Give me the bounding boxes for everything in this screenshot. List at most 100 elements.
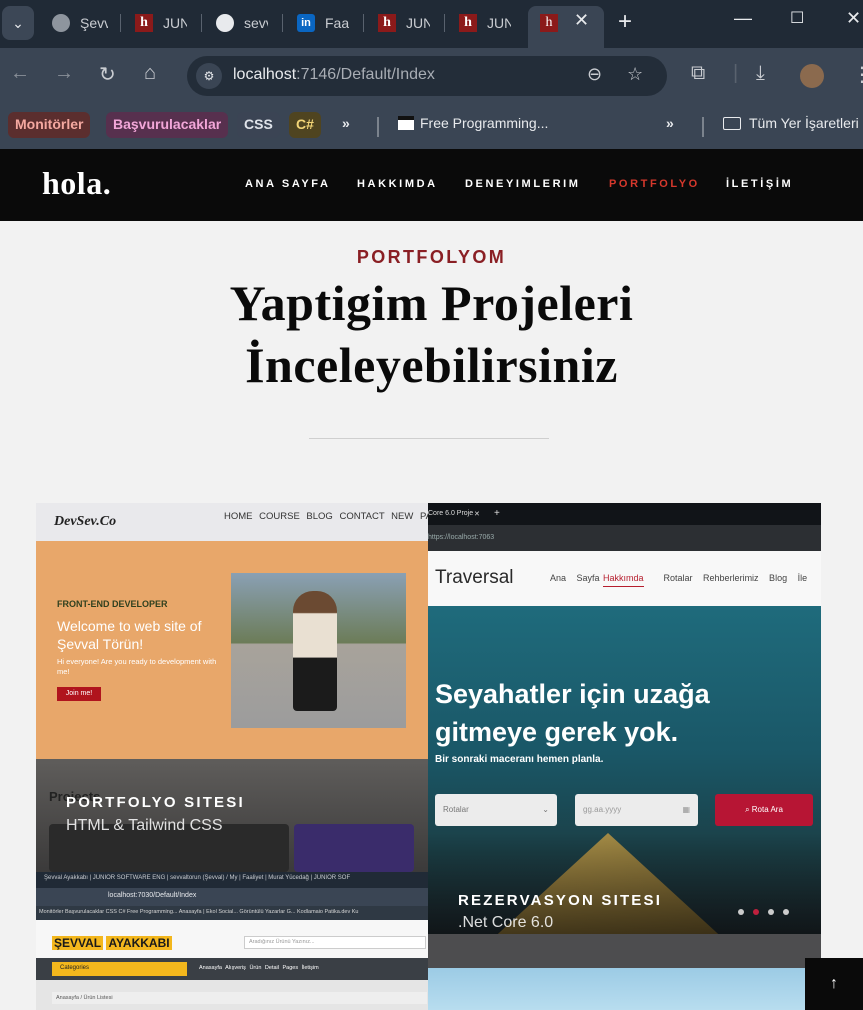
tab-separator (282, 14, 283, 32)
active-browser-tab[interactable]: h ✕ (528, 6, 604, 48)
preview-tab-strip: Core 6.0 Proje ✕ + (428, 503, 821, 525)
project-card-shoe-store[interactable]: Şevval Ayakkabı | JUNIOR SOFTWARE ENG | … (36, 872, 429, 1010)
preview-logo: ŞEVVAL AYAKKABI (52, 936, 172, 950)
preview-date-input: gg.aa.yyyy ▦ (575, 794, 698, 826)
preview-kicker: FRONT-END DEVELOPER (57, 599, 168, 609)
project-tech: HTML & Tailwind CSS (66, 817, 223, 834)
star-icon[interactable]: ☆ (627, 64, 643, 85)
preview-nav-links: Ana Sayfa Rotalar Rehberlerimiz Blog İle (550, 573, 808, 583)
preview-toolbar: localhost:7030/Default/Index (36, 888, 429, 906)
preview-project-thumbnail (294, 824, 414, 872)
h-icon: h (378, 14, 396, 32)
bookmark-folder-css[interactable]: CSS (237, 112, 280, 138)
maximize-button[interactable]: ☐ (790, 8, 804, 28)
reload-icon[interactable]: ↻ (99, 62, 116, 87)
h-icon: h (540, 14, 558, 32)
address-bar[interactable]: ⚙ localhost:7146/Default/Index ⊖ ☆ (187, 56, 667, 96)
linkedin-icon: in (297, 14, 315, 32)
bookmark-free-programming[interactable]: Free Programming... (398, 115, 548, 131)
site-info-icon[interactable]: ⚙ (196, 63, 222, 89)
project-card-portfolio[interactable]: DevSev.Co HOME COURSE BLOG CONTACT NEW P… (36, 503, 429, 872)
tab-separator (120, 14, 121, 32)
bookmark-folder-basvurulacaklar[interactable]: Başvurulacaklar (106, 112, 229, 138)
minimize-button[interactable]: — (734, 8, 752, 29)
nav-experience[interactable]: DENEYIMLERIM (465, 178, 581, 190)
preview-header: ŞEVVAL AYAKKABI Aradığınız Ürünü Yazınız… (36, 920, 429, 958)
folder-icon (723, 117, 741, 130)
h-icon: h (135, 14, 153, 32)
tab-separator (363, 14, 364, 32)
browser-tab[interactable]: Şevv (52, 6, 108, 40)
preview-links: Anasayfa Alışveriş Ürün Detail Pages İle… (199, 965, 319, 971)
browser-tab[interactable]: in Faa (297, 6, 349, 40)
section-eyebrow: PORTFOLYOM (356, 247, 507, 267)
preview-new-tab-icon: + (494, 508, 500, 519)
search-icon: ⌕ (745, 805, 750, 814)
preview-bookmarks: Monitörler Başvurulacaklar CSS C# Free P… (36, 906, 429, 920)
all-bookmarks-folder[interactable]: Tüm Yer İşaretleri (723, 115, 859, 131)
more-menu-icon[interactable]: ⋮ (852, 62, 863, 87)
browser-tab[interactable]: h JUN (459, 6, 511, 40)
browser-tab[interactable]: sevv (216, 6, 268, 40)
tab-title: JUN (406, 15, 430, 31)
home-icon[interactable]: ⌂ (144, 62, 156, 85)
nav-home[interactable]: ANA SAYFA (245, 178, 331, 190)
forward-arrow-icon[interactable]: → (54, 62, 74, 85)
nav-about[interactable]: HAKKIMDA (357, 178, 438, 190)
tab-search-button[interactable]: ⌄ (2, 6, 34, 40)
project-title: PORTFOLYO SITESI (66, 794, 245, 811)
preview-search-button: ⌕ Rota Ara (715, 794, 813, 826)
profile-avatar[interactable] (800, 64, 824, 88)
preview-nav-active: Hakkımda (603, 573, 644, 587)
preview-tabs-text: Şevval Ayakkabı | JUNIOR SOFTWARE ENG | … (44, 875, 351, 881)
browser-tab[interactable]: h JUN (135, 6, 187, 40)
tab-title: sevv (244, 15, 268, 31)
bookmarks-separator (702, 117, 704, 137)
preview-header: Traversal Ana Sayfa Rotalar Rehberlerimiz… (428, 551, 821, 606)
tab-title: JUN (163, 15, 187, 31)
close-window-button[interactable]: ✕ (846, 8, 861, 29)
bookmarks-separator (377, 117, 379, 137)
project-card-reservation[interactable]: Core 6.0 Proje ✕ + https://localhost:706… (428, 503, 821, 968)
preview-join-button: Join me! (57, 687, 101, 701)
preview-photo (231, 573, 406, 728)
site-logo[interactable]: hola. (42, 165, 111, 202)
preview-hero-title: Seyahatler için uzağa gitmeye gerek yok. (435, 679, 710, 747)
arrow-up-icon: ↑ (830, 975, 838, 992)
new-tab-button[interactable]: + (618, 8, 632, 36)
section-divider (309, 438, 549, 439)
tab-separator (444, 14, 445, 32)
preview-footer-strip (428, 934, 821, 968)
project-card-next[interactable] (428, 968, 821, 1010)
more-bookmarks-icon[interactable]: » (342, 115, 350, 131)
tab-separator (201, 14, 202, 32)
nav-portfolio[interactable]: PORTFOLYO (609, 178, 700, 190)
preview-carousel-dots (738, 909, 789, 915)
close-tab-icon[interactable]: ✕ (574, 10, 589, 31)
bookmark-favicon-icon (398, 116, 414, 130)
back-to-top-button[interactable]: ↑ (805, 958, 863, 1010)
bookmark-folder-monitorler[interactable]: Monitörler (8, 112, 91, 138)
preview-nav-links: HOME COURSE BLOG CONTACT NEW PAGE (224, 511, 429, 522)
preview-category-bar: Categories Anasayfa Alışveriş Ürün Detai… (36, 958, 429, 980)
back-arrow-icon[interactable]: ← (10, 62, 30, 85)
person-figure (293, 591, 337, 711)
preview-url: https://localhost:7063 (428, 534, 495, 541)
preview-intro: Hi everyone! Are you ready to developmen… (57, 657, 217, 676)
preview-bookmarks-text: Monitörler Başvurulacaklar CSS C# Free P… (39, 909, 359, 915)
preview-welcome: Welcome to web site of Şevval Törün! (57, 618, 202, 652)
project-tech: .Net Core 6.0 (458, 914, 554, 931)
extensions-icon[interactable]: ⧉ (691, 62, 705, 85)
more-bookmarks-icon[interactable]: » (666, 115, 674, 131)
bookmark-folder-csharp[interactable]: C# (289, 112, 321, 138)
url-text: localhost:7146/Default/Index (233, 66, 435, 83)
download-icon[interactable]: ⤓ (756, 62, 765, 85)
h-icon: h (459, 14, 477, 32)
nav-contact[interactable]: İLETİŞİM (726, 178, 793, 190)
preview-address-bar: https://localhost:7063 (428, 525, 821, 551)
tab-title: Faa (325, 15, 349, 31)
preview-categories: Categories (52, 962, 187, 976)
preview-tab-strip: Şevval Ayakkabı | JUNIOR SOFTWARE ENG | … (36, 872, 429, 888)
zoom-icon[interactable]: ⊖ (587, 64, 602, 85)
browser-tab[interactable]: h JUN (378, 6, 430, 40)
